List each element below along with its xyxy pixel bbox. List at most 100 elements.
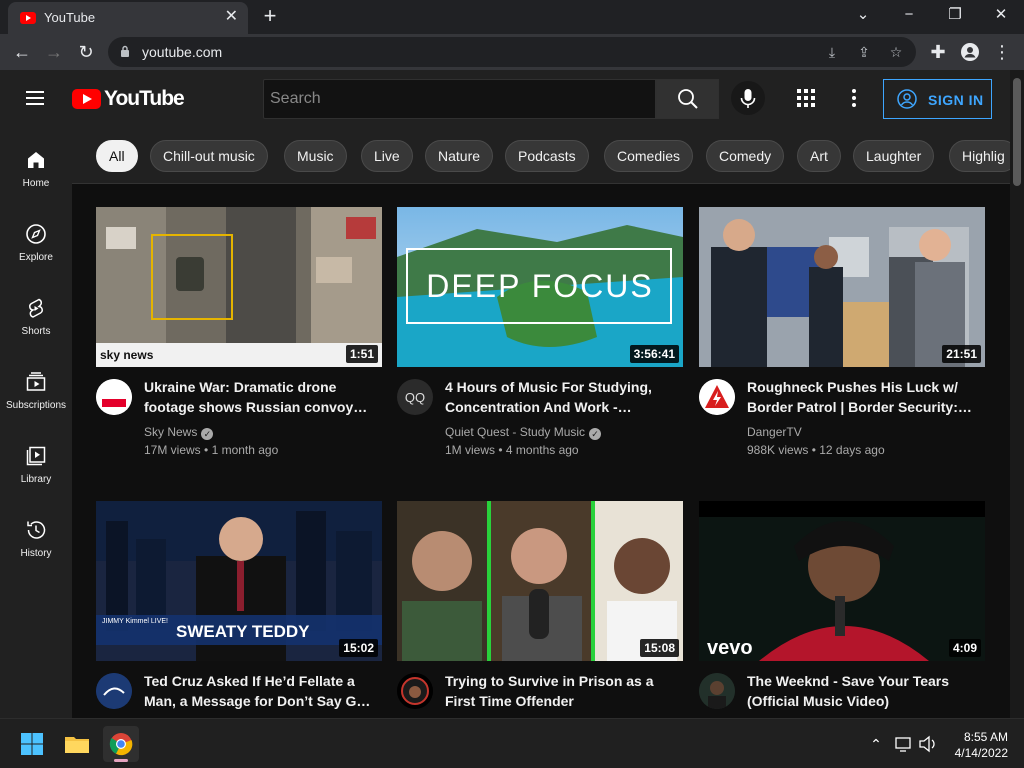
video-title[interactable]: Trying to Survive in Prison as a First T… xyxy=(445,671,677,711)
forward-arrow-icon[interactable]: → xyxy=(42,40,66,64)
video-title[interactable]: 4 Hours of Music For Studying, Concentra… xyxy=(445,377,677,417)
channel-name[interactable]: Sky News ✓ xyxy=(144,425,214,440)
channel-name[interactable]: DangerTV xyxy=(747,425,802,439)
chip-comedy[interactable]: Comedy xyxy=(706,140,785,172)
video-card[interactable]: 15:08 Trying to Survive in Prison as a F… xyxy=(397,501,683,718)
video-thumbnail[interactable]: 21:51 xyxy=(699,207,985,367)
video-card[interactable]: vevo 4:09 The Weeknd - Save Your Tears (… xyxy=(699,501,985,718)
chip-nature[interactable]: Nature xyxy=(425,140,494,172)
verified-check-icon: ✓ xyxy=(589,428,602,440)
video-duration: 15:02 xyxy=(339,639,378,657)
address-bar[interactable]: youtube.com ⤓ ⇪ ☆ xyxy=(108,37,916,67)
sidebar-item-label: Shorts xyxy=(21,326,51,337)
youtube-favicon-icon xyxy=(20,12,36,24)
video-title[interactable]: The Weeknd - Save Your Tears (Official M… xyxy=(747,671,979,711)
bookmark-star-icon[interactable]: ☆ xyxy=(886,42,906,62)
close-tab-icon[interactable]: ✕ xyxy=(225,8,238,26)
system-clock[interactable]: 8:55 AM 4/14/2022 xyxy=(940,729,1016,761)
chip-chill-out-music[interactable]: Chill-out music xyxy=(150,140,268,172)
channel-avatar[interactable]: QQ xyxy=(397,379,433,415)
chip-music[interactable]: Music xyxy=(284,140,347,172)
search-box[interactable] xyxy=(263,79,656,119)
chip-live[interactable]: Live xyxy=(361,140,413,172)
sidebar-item-history[interactable]: History xyxy=(0,498,72,572)
video-thumbnail[interactable]: JIMMY Kimmel LIVE! SWEATY TEDDY 15:02 xyxy=(96,501,382,661)
sidebar-item-label: History xyxy=(20,548,52,559)
video-meta: 988K views • 12 days ago xyxy=(747,443,885,457)
video-card[interactable]: DEEP FOCUS 3:56:41 QQ 4 Hours of Music F… xyxy=(397,207,683,487)
channel-avatar[interactable] xyxy=(96,673,132,709)
logo-text: YouTube xyxy=(104,87,185,110)
windows-start-icon[interactable] xyxy=(14,726,50,762)
video-duration: 3:56:41 xyxy=(629,345,679,363)
search-button[interactable] xyxy=(656,79,719,119)
sign-in-button[interactable]: SIGN IN xyxy=(883,79,992,119)
sidebar-item-shorts[interactable]: Shorts xyxy=(0,276,72,350)
thumbnail-brand-text: vevo xyxy=(707,637,753,659)
extensions-icon[interactable]: ✚ xyxy=(926,40,950,64)
voice-search-button[interactable] xyxy=(731,81,765,115)
video-duration: 15:08 xyxy=(640,639,679,657)
file-explorer-icon[interactable] xyxy=(59,726,95,762)
sidebar-item-home[interactable]: Home xyxy=(0,128,72,202)
video-title[interactable]: Ukraine War: Dramatic drone footage show… xyxy=(144,377,376,417)
clock-date: 4/14/2022 xyxy=(954,746,1008,760)
video-title[interactable]: Ted Cruz Asked If He’d Fellate a Man, a … xyxy=(144,671,376,711)
hamburger-menu-icon[interactable] xyxy=(26,91,44,105)
video-thumbnail[interactable]: 15:08 xyxy=(397,501,683,661)
video-thumbnail[interactable]: DEEP FOCUS 3:56:41 xyxy=(397,207,683,367)
video-thumbnail[interactable]: vevo 4:09 xyxy=(699,501,985,661)
browser-tab[interactable]: YouTube ✕ xyxy=(8,2,248,34)
sign-in-label: SIGN IN xyxy=(928,92,984,108)
scrollbar-thumb[interactable] xyxy=(1013,78,1021,186)
apps-grid-icon[interactable] xyxy=(797,89,817,109)
chrome-menu-icon[interactable]: ⋮ xyxy=(990,40,1014,64)
settings-more-icon[interactable] xyxy=(852,89,858,109)
close-window-icon[interactable]: ✕ xyxy=(986,4,1016,26)
video-card[interactable]: sky news 1:51 Ukraine War: Dramatic dron… xyxy=(96,207,382,487)
restore-icon[interactable]: ❐ xyxy=(940,4,970,26)
sidebar-item-label: Home xyxy=(22,178,50,189)
sidebar-item-explore[interactable]: Explore xyxy=(0,202,72,276)
search-input[interactable] xyxy=(264,80,655,118)
shorts-icon xyxy=(29,298,43,318)
home-icon xyxy=(28,152,44,168)
sidebar-item-library[interactable]: Library xyxy=(0,424,72,498)
share-icon[interactable]: ⇪ xyxy=(854,42,874,62)
network-icon[interactable] xyxy=(892,726,916,762)
chrome-taskbar-icon[interactable] xyxy=(103,726,139,762)
channel-avatar[interactable] xyxy=(699,379,735,415)
sidebar: Home Explore Shorts Subscriptions Librar… xyxy=(0,128,72,718)
new-tab-icon[interactable]: + xyxy=(258,4,282,28)
channel-avatar[interactable] xyxy=(397,673,433,709)
install-app-icon[interactable]: ⤓ xyxy=(822,42,842,62)
sidebar-item-subscriptions[interactable]: Subscriptions xyxy=(0,350,72,424)
video-meta: 17M views • 1 month ago xyxy=(144,443,279,457)
tab-search-chevron-icon[interactable]: ⌄ xyxy=(848,4,878,26)
chip-comedies[interactable]: Comedies xyxy=(604,140,694,172)
channel-name[interactable]: Quiet Quest - Study Music ✓ xyxy=(445,425,602,440)
channel-avatar[interactable] xyxy=(699,673,735,709)
minimize-icon[interactable]: − xyxy=(894,4,924,26)
reload-icon[interactable]: ↻ xyxy=(74,40,98,64)
video-duration: 21:51 xyxy=(942,345,981,363)
chip-podcasts[interactable]: Podcasts xyxy=(505,140,589,172)
thumbnail-title-text: DEEP FOCUS xyxy=(426,268,653,304)
page-scrollbar[interactable] xyxy=(1010,70,1024,718)
svg-text:QQ: QQ xyxy=(405,390,425,405)
chip-all[interactable]: All xyxy=(96,140,138,172)
video-card[interactable]: JIMMY Kimmel LIVE! SWEATY TEDDY 15:02 Te… xyxy=(96,501,382,718)
video-card[interactable]: 21:51 Roughneck Pushes His Luck w/ Borde… xyxy=(699,207,985,487)
chip-highlights[interactable]: Highlig xyxy=(949,140,1010,172)
profile-icon[interactable] xyxy=(958,40,982,64)
show-hidden-icons-chevron-icon[interactable]: ⌃ xyxy=(864,726,888,762)
video-title[interactable]: Roughneck Pushes His Luck w/ Border Patr… xyxy=(747,377,979,417)
video-thumbnail[interactable]: sky news 1:51 xyxy=(96,207,382,367)
video-meta: 1M views • 4 months ago xyxy=(445,443,579,457)
chip-laughter[interactable]: Laughter xyxy=(853,140,935,172)
url-text: youtube.com xyxy=(142,44,223,60)
volume-icon[interactable] xyxy=(916,726,940,762)
chip-art[interactable]: Art xyxy=(797,140,841,172)
back-arrow-icon[interactable]: ← xyxy=(10,40,34,64)
channel-avatar[interactable] xyxy=(96,379,132,415)
